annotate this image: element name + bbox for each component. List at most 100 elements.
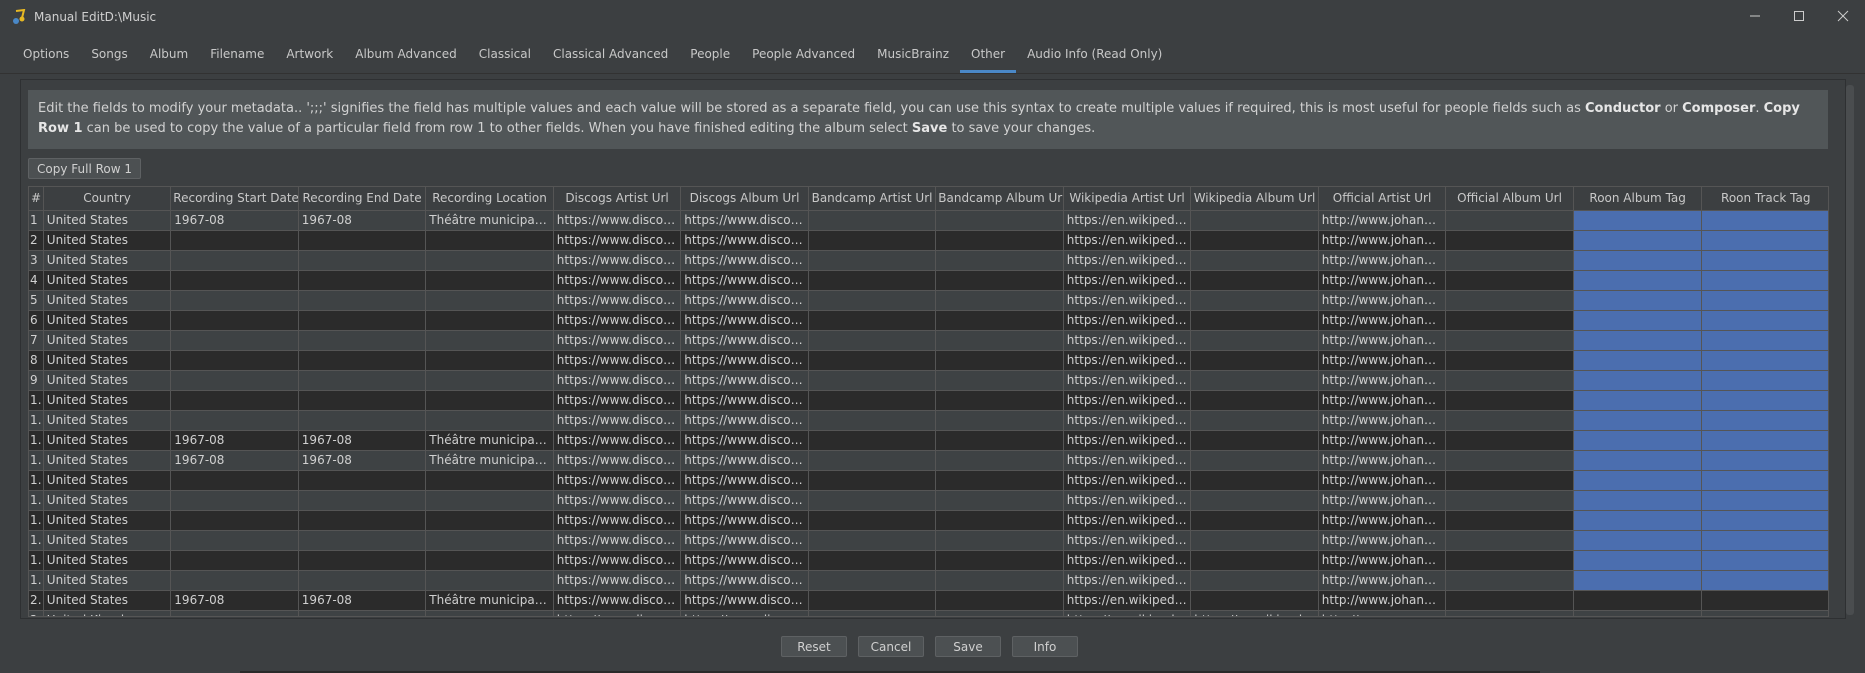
table-cell[interactable] bbox=[935, 210, 1064, 231]
table-cell[interactable] bbox=[1445, 470, 1574, 491]
table-cell[interactable] bbox=[935, 510, 1064, 531]
table-cell[interactable]: https://en.wikipedia.... bbox=[1063, 390, 1192, 411]
table-cell[interactable] bbox=[935, 450, 1064, 471]
table-cell[interactable] bbox=[808, 350, 937, 371]
table-cell[interactable] bbox=[808, 410, 937, 431]
table-cell[interactable] bbox=[935, 570, 1064, 591]
table-cell[interactable] bbox=[808, 270, 937, 291]
table-cell[interactable]: https://www.discogs... bbox=[553, 610, 682, 616]
column-header[interactable]: Recording Location bbox=[425, 187, 554, 211]
table-cell[interactable] bbox=[170, 510, 299, 531]
table-cell[interactable] bbox=[1573, 450, 1703, 471]
table-cell[interactable] bbox=[298, 330, 427, 351]
table-cell[interactable]: https://en.wikipedia.... bbox=[1063, 310, 1192, 331]
table-row[interactable]: 15United Stateshttps://www.discogs...htt… bbox=[29, 490, 1828, 511]
table-cell[interactable]: United States bbox=[43, 570, 172, 591]
table-cell[interactable] bbox=[1445, 270, 1574, 291]
table-cell[interactable] bbox=[1701, 390, 1828, 411]
table-cell[interactable]: https://www.discogs... bbox=[553, 390, 682, 411]
table-cell[interactable] bbox=[425, 250, 554, 271]
column-header[interactable]: Wikipedia Album Url bbox=[1190, 187, 1319, 211]
table-cell[interactable]: United States bbox=[43, 290, 172, 311]
copy-full-row-button[interactable]: Copy Full Row 1 bbox=[28, 158, 141, 179]
table-cell[interactable] bbox=[1190, 530, 1319, 551]
table-cell[interactable] bbox=[935, 530, 1064, 551]
tab-songs[interactable]: Songs bbox=[80, 47, 138, 73]
table-cell[interactable]: United States bbox=[43, 390, 172, 411]
reset-button[interactable]: Reset bbox=[781, 636, 847, 657]
table-cell[interactable] bbox=[1701, 310, 1828, 331]
table-cell[interactable]: 1967-08 bbox=[170, 590, 299, 611]
table-cell[interactable] bbox=[1190, 450, 1319, 471]
tab-filename[interactable]: Filename bbox=[199, 47, 275, 73]
table-cell[interactable] bbox=[808, 430, 937, 451]
table-cell[interactable] bbox=[170, 370, 299, 391]
table-cell[interactable] bbox=[1573, 430, 1703, 451]
table-row[interactable]: 12United States1967-081967-08Théâtre mun… bbox=[29, 430, 1828, 451]
table-cell[interactable]: http://www.johanne... bbox=[1318, 290, 1447, 311]
table-cell[interactable] bbox=[425, 610, 554, 616]
table-cell[interactable]: United States bbox=[43, 310, 172, 331]
tab-classical-advanced[interactable]: Classical Advanced bbox=[542, 47, 679, 73]
table-cell[interactable]: https://www.discogs... bbox=[680, 270, 809, 291]
table-cell[interactable]: https://www.discogs... bbox=[680, 490, 809, 511]
table-cell[interactable] bbox=[1573, 590, 1703, 611]
table-cell[interactable]: Théâtre municipal de... bbox=[425, 210, 554, 231]
table-cell[interactable] bbox=[935, 330, 1064, 351]
table-cell[interactable] bbox=[170, 610, 299, 616]
table-cell[interactable]: https://www.discogs... bbox=[680, 350, 809, 371]
table-cell[interactable] bbox=[1701, 370, 1828, 391]
table-cell[interactable] bbox=[425, 470, 554, 491]
tab-classical[interactable]: Classical bbox=[468, 47, 542, 73]
table-cell[interactable]: http://www.johanne... bbox=[1318, 590, 1447, 611]
table-cell[interactable] bbox=[808, 230, 937, 251]
table-cell[interactable]: http://www.johanne... bbox=[1318, 510, 1447, 531]
table-cell[interactable] bbox=[298, 570, 427, 591]
table-cell[interactable] bbox=[1445, 450, 1574, 471]
table-cell[interactable] bbox=[808, 250, 937, 271]
table-cell[interactable]: https://www.discogs... bbox=[680, 210, 809, 231]
table-cell[interactable]: https://www.discogs... bbox=[553, 410, 682, 431]
table-cell[interactable]: United States bbox=[43, 550, 172, 571]
table-cell[interactable]: http://www.johanne... bbox=[1318, 390, 1447, 411]
table-cell[interactable]: 1967-08 bbox=[298, 590, 427, 611]
column-header[interactable]: # bbox=[29, 187, 44, 211]
table-cell[interactable] bbox=[1701, 250, 1828, 271]
table-cell[interactable] bbox=[935, 430, 1064, 451]
table-cell[interactable] bbox=[1573, 330, 1703, 351]
table-cell[interactable] bbox=[808, 550, 937, 571]
table-cell[interactable] bbox=[935, 370, 1064, 391]
table-cell[interactable]: http://www.johanne... bbox=[1318, 530, 1447, 551]
table-cell[interactable]: https://www.discogs... bbox=[680, 310, 809, 331]
table-cell[interactable]: https://en.wikipedia.... bbox=[1063, 430, 1192, 451]
table-cell[interactable]: https://www.discogs... bbox=[553, 550, 682, 571]
table-cell[interactable] bbox=[298, 290, 427, 311]
table-cell[interactable] bbox=[935, 270, 1064, 291]
table-cell[interactable]: https://www.discogs... bbox=[680, 610, 809, 616]
table-cell[interactable] bbox=[808, 450, 937, 471]
table-row[interactable]: 20United States1967-081967-08Théâtre mun… bbox=[29, 590, 1828, 611]
table-cell[interactable] bbox=[935, 610, 1064, 616]
table-row[interactable]: 21United Kingdomhttps://www.discogs...ht… bbox=[29, 610, 1828, 616]
table-cell[interactable] bbox=[935, 390, 1064, 411]
table-cell[interactable]: United States bbox=[43, 350, 172, 371]
table-cell[interactable]: https://www.discogs... bbox=[553, 370, 682, 391]
table-cell[interactable]: https://en.wikipedia.... bbox=[1063, 230, 1192, 251]
table-cell[interactable]: https://www.discogs... bbox=[553, 530, 682, 551]
table-cell[interactable] bbox=[1573, 250, 1703, 271]
table-cell[interactable] bbox=[1445, 230, 1574, 251]
table-cell[interactable] bbox=[808, 490, 937, 511]
table-cell[interactable]: United States bbox=[43, 370, 172, 391]
table-cell[interactable]: https://www.discogs... bbox=[680, 250, 809, 271]
table-cell[interactable] bbox=[1445, 510, 1574, 531]
table-cell[interactable] bbox=[1573, 490, 1703, 511]
table-row[interactable]: 14United Stateshttps://www.discogs...htt… bbox=[29, 470, 1828, 491]
table-cell[interactable]: https://www.discogs... bbox=[553, 430, 682, 451]
tab-artwork[interactable]: Artwork bbox=[275, 47, 344, 73]
table-cell[interactable] bbox=[1573, 470, 1703, 491]
table-cell[interactable] bbox=[1190, 250, 1319, 271]
table-cell[interactable] bbox=[1445, 250, 1574, 271]
table-cell[interactable]: United States bbox=[43, 330, 172, 351]
table-cell[interactable]: https://en.wikipedia.... bbox=[1063, 350, 1192, 371]
table-cell[interactable] bbox=[935, 590, 1064, 611]
